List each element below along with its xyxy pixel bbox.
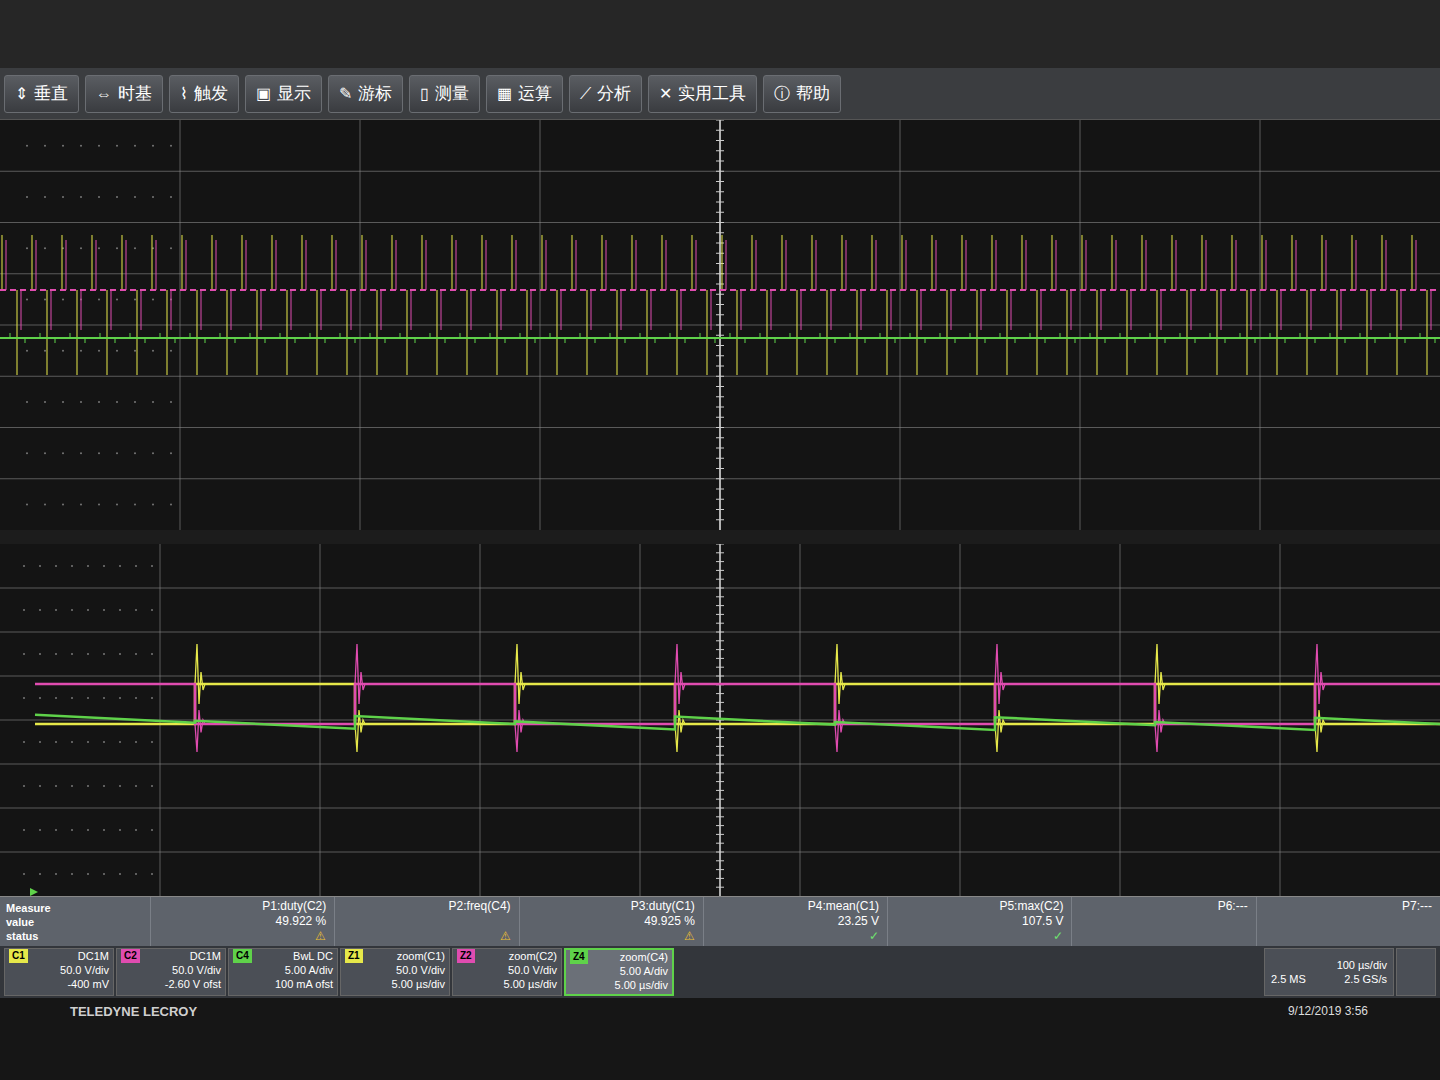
oscilloscope-screen: ⇕垂直⇔时基⌇触发▣显示✎游标▯测量▦运算⟋分析✕实用工具ⓘ帮助 Measurev… — [0, 0, 1440, 1080]
measure-cell[interactable]: P3:duty(C1)49.925 %⚠ — [519, 897, 703, 946]
measure-cell[interactable]: P2:freq(C4)⚠ — [334, 897, 518, 946]
grid — [0, 120, 1440, 530]
main-grid-panel — [0, 120, 1440, 530]
zoom-waveform-chart[interactable] — [0, 544, 1440, 896]
menu-button[interactable]: ▣显示 — [245, 75, 322, 113]
trigger-descriptor[interactable] — [1396, 948, 1436, 996]
top-bezel — [0, 0, 1440, 68]
menu-icon: ▦ — [497, 82, 512, 106]
menu-button[interactable]: ✕实用工具 — [648, 75, 757, 113]
menu-icon: ⟋ — [580, 82, 591, 106]
channel-descriptor[interactable]: C4BwL DC5.00 A/div100 mA ofst — [228, 948, 338, 996]
status-icon: ✓ — [1053, 929, 1063, 944]
status-icon: ✓ — [869, 929, 879, 944]
measure-cell[interactable]: P1:duty(C2)49.922 %⚠ — [150, 897, 334, 946]
status-icon: ⚠ — [315, 929, 326, 944]
menu-button[interactable]: ▯测量 — [409, 75, 480, 113]
channel-descriptor[interactable]: Z4zoom(C4)5.00 A/div5.00 µs/div — [564, 948, 674, 996]
timestamp: 9/12/2019 3:56 — [1288, 1002, 1370, 1020]
main-waveform-chart[interactable] — [0, 120, 1440, 530]
menu-icon: ⇔ — [96, 82, 112, 106]
channel-bar: C1DC1M50.0 V/div-400 mVC2DC1M50.0 V/div-… — [0, 946, 1440, 998]
menu-icon: ⌇ — [180, 82, 188, 106]
menu-icon: ✕ — [659, 82, 672, 106]
status-icon: ⚠ — [684, 929, 695, 944]
measure-table: MeasurevaluestatusP1:duty(C2)49.922 %⚠P2… — [0, 896, 1440, 946]
waveform-trace — [0, 333, 1440, 343]
zoom-grid-panel — [0, 544, 1440, 896]
menu-button[interactable]: ⟋分析 — [569, 75, 642, 113]
menu-button[interactable]: ⌇触发 — [169, 75, 239, 113]
menu-icon: ▣ — [256, 82, 271, 106]
zoom-trace — [35, 644, 1440, 752]
measure-cell[interactable]: P6:--- — [1071, 897, 1255, 946]
menu-button[interactable]: ⇔时基 — [85, 75, 163, 113]
channel-descriptor[interactable]: Z2zoom(C2)50.0 V/div5.00 µs/div — [452, 948, 562, 996]
brand-label: TELEDYNE LECROY — [70, 1002, 197, 1022]
channel-descriptor[interactable]: C2DC1M50.0 V/div-2.60 V ofst — [116, 948, 226, 996]
menu-icon: ⇕ — [15, 82, 28, 106]
waveform-trace — [0, 235, 1440, 375]
timebase-descriptor[interactable]: 100 µs/div2.5 MS2.5 GS/s — [1264, 948, 1394, 996]
measure-cell[interactable]: P5:max(C2)107.5 V✓ — [887, 897, 1071, 946]
menu-button[interactable]: ✎游标 — [328, 75, 403, 113]
menu-bar: ⇕垂直⇔时基⌇触发▣显示✎游标▯测量▦运算⟋分析✕实用工具ⓘ帮助 — [0, 68, 1440, 120]
status-icon: ⚠ — [500, 929, 511, 944]
channel-badge: C4 — [233, 949, 252, 963]
channel-badge: Z2 — [457, 949, 475, 963]
menu-button[interactable]: ⓘ帮助 — [763, 75, 841, 113]
menu-icon: ▯ — [420, 82, 429, 106]
channel-badge: C2 — [121, 949, 140, 963]
channel-badge: Z4 — [570, 950, 588, 964]
measure-cell[interactable]: P4:mean(C1)23.25 V✓ — [703, 897, 887, 946]
menu-button[interactable]: ⇕垂直 — [4, 75, 79, 113]
channel-descriptor[interactable]: Z1zoom(C1)50.0 V/div5.00 µs/div — [340, 948, 450, 996]
menu-button[interactable]: ▦运算 — [486, 75, 563, 113]
panel-separator — [0, 530, 1440, 544]
channel-badge: Z1 — [345, 949, 363, 963]
channel-descriptor[interactable]: C1DC1M50.0 V/div-400 mV — [4, 948, 114, 996]
channel-badge: C1 — [9, 949, 28, 963]
measure-cell[interactable]: P7:--- — [1256, 897, 1440, 946]
measure-row-labels: Measurevaluestatus — [0, 897, 150, 946]
menu-icon: ⓘ — [774, 82, 790, 106]
bottom-bezel: TELEDYNE LECROY 9/12/2019 3:56 — [0, 998, 1440, 1080]
zoom-trace — [35, 715, 1440, 730]
waveform-trace — [0, 240, 1440, 330]
menu-icon: ✎ — [339, 82, 352, 106]
zoom-trace — [35, 644, 1440, 752]
